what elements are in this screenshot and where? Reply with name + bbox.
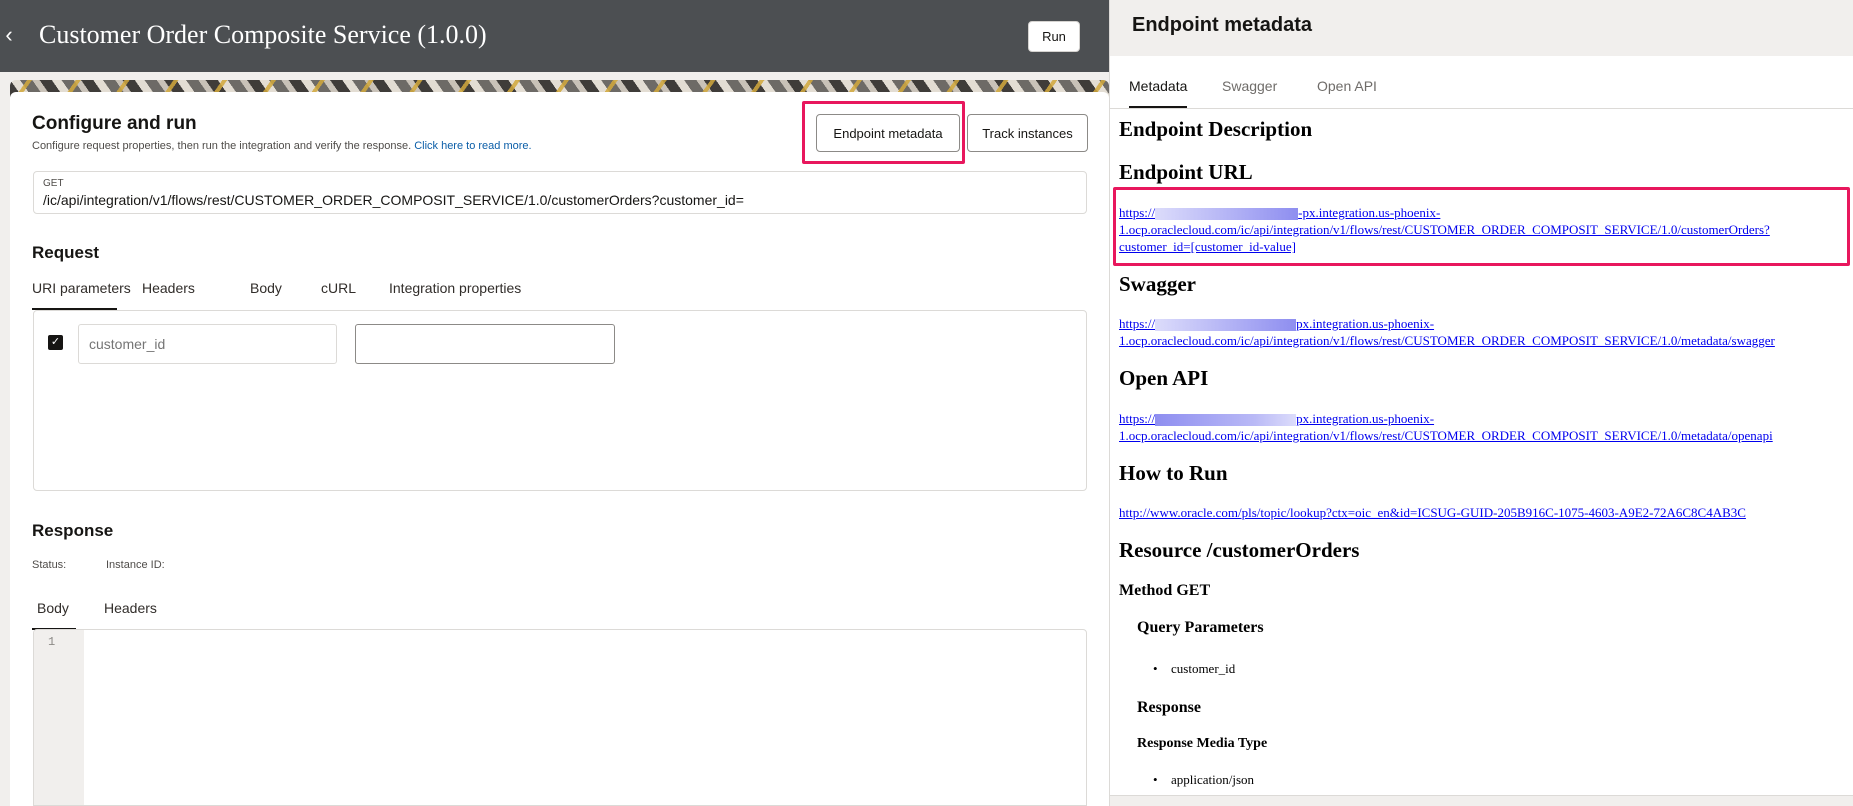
drawer-scrollbar-track[interactable] bbox=[1110, 795, 1853, 806]
endpoint-description-heading: Endpoint Description bbox=[1119, 117, 1313, 141]
openapi-url-line-1: https:// px.integration.us-phoenix- bbox=[1119, 410, 1773, 427]
endpoint-url-link[interactable]: https:// -px.integration.us-phoenix- 1.oc… bbox=[1119, 204, 1770, 255]
response-instance-label: Instance ID: bbox=[106, 559, 165, 571]
endpoint-url-line-1: https:// -px.integration.us-phoenix- bbox=[1119, 204, 1770, 221]
endpoint-metadata-drawer: Endpoint metadata Metadata Swagger Open … bbox=[1109, 0, 1853, 806]
configure-subtitle-text: Configure request properties, then run t… bbox=[32, 140, 412, 152]
response-title: Response bbox=[32, 521, 114, 540]
query-parameters-heading: Query Parameters bbox=[1137, 619, 1264, 636]
method-heading: Method GET bbox=[1119, 582, 1211, 599]
chevron-left-icon[interactable]: ‹ bbox=[0, 22, 18, 48]
query-parameter-item: customer_id bbox=[1153, 661, 1235, 677]
openapi-url-link[interactable]: https:// px.integration.us-phoenix- 1.ocp… bbox=[1119, 410, 1773, 444]
drawer-title: Endpoint metadata bbox=[1132, 14, 1313, 36]
tab-open-api[interactable]: Open API bbox=[1317, 76, 1377, 108]
tab-swagger[interactable]: Swagger bbox=[1222, 76, 1277, 108]
page-title: Customer Order Composite Service (1.0.0) bbox=[39, 20, 487, 49]
endpoint-url-heading: Endpoint URL bbox=[1119, 160, 1253, 184]
param-enabled-checkbox[interactable]: ✓ bbox=[48, 335, 63, 350]
url-prefix: https:// bbox=[1119, 411, 1156, 426]
tab-integration-properties[interactable]: Integration properties bbox=[389, 278, 521, 310]
swagger-url-line-1: https:// px.integration.us-phoenix- bbox=[1119, 315, 1775, 332]
editor-gutter: 1 bbox=[34, 630, 84, 805]
http-method-label: GET bbox=[43, 178, 64, 189]
endpoint-url-field[interactable]: GET /ic/api/integration/v1/flows/rest/CU… bbox=[33, 171, 1087, 214]
tab-headers[interactable]: Headers bbox=[142, 278, 195, 310]
param-value-input[interactable] bbox=[355, 324, 615, 364]
swagger-heading: Swagger bbox=[1119, 272, 1196, 296]
redacted-host bbox=[1155, 319, 1297, 332]
url-host-suffix: px.integration.us-phoenix- bbox=[1296, 411, 1435, 426]
param-name-input[interactable] bbox=[78, 324, 337, 364]
swagger-url-link[interactable]: https:// px.integration.us-phoenix- 1.ocp… bbox=[1119, 315, 1775, 349]
how-to-run-link[interactable]: http://www.oracle.com/pls/topic/lookup?c… bbox=[1119, 504, 1746, 521]
resource-heading: Resource /customerOrders bbox=[1119, 538, 1360, 562]
read-more-link[interactable]: Click here to read more. bbox=[414, 140, 531, 152]
response-body-editor[interactable]: 1 bbox=[33, 629, 1087, 806]
endpoint-url-line-2: 1.ocp.oraclecloud.com/ic/api/integration… bbox=[1119, 222, 1770, 237]
url-host-suffix: px.integration.us-phoenix- bbox=[1296, 316, 1435, 331]
endpoint-url-line-3: customer_id=[customer_id-value] bbox=[1119, 239, 1296, 254]
tab-uri-parameters[interactable]: URI parameters bbox=[32, 278, 131, 310]
url-prefix: https:// bbox=[1119, 205, 1156, 220]
tab-response-body[interactable]: Body bbox=[32, 598, 76, 630]
endpoint-metadata-button[interactable]: Endpoint metadata bbox=[816, 114, 960, 152]
uri-parameters-panel: ✓ bbox=[33, 310, 1087, 491]
endpoint-path: /ic/api/integration/v1/flows/rest/CUSTOM… bbox=[43, 192, 744, 208]
response-media-type-heading: Response Media Type bbox=[1137, 736, 1268, 751]
redacted-host bbox=[1155, 208, 1299, 221]
track-instances-button[interactable]: Track instances bbox=[967, 114, 1088, 152]
url-prefix: https:// bbox=[1119, 316, 1156, 331]
response-status-label: Status: bbox=[32, 559, 67, 571]
configure-subtitle: Configure request properties, then run t… bbox=[32, 140, 532, 152]
tab-curl[interactable]: cURL bbox=[321, 278, 356, 310]
page-header: ‹ Customer Order Composite Service (1.0.… bbox=[0, 0, 1109, 72]
tab-response-headers[interactable]: Headers bbox=[104, 598, 157, 630]
integration-run-pane: ‹ Customer Order Composite Service (1.0.… bbox=[0, 0, 1109, 806]
url-host-suffix: -px.integration.us-phoenix- bbox=[1298, 205, 1441, 220]
tab-metadata[interactable]: Metadata bbox=[1129, 76, 1188, 108]
configure-title: Configure and run bbox=[32, 113, 197, 134]
media-type-item: application/json bbox=[1153, 772, 1254, 788]
openapi-url-line-2: 1.ocp.oraclecloud.com/ic/api/integration… bbox=[1119, 428, 1773, 443]
drawer-header: Endpoint metadata bbox=[1110, 0, 1853, 56]
tabs-divider bbox=[1110, 108, 1853, 109]
response-heading: Response bbox=[1137, 699, 1202, 716]
how-to-run-heading: How to Run bbox=[1119, 461, 1228, 485]
swagger-url-line-2: 1.ocp.oraclecloud.com/ic/api/integration… bbox=[1119, 333, 1775, 348]
run-button[interactable]: Run bbox=[1028, 21, 1080, 52]
redacted-host bbox=[1155, 414, 1297, 427]
request-title: Request bbox=[32, 243, 100, 262]
open-api-heading: Open API bbox=[1119, 366, 1209, 390]
tab-body[interactable]: Body bbox=[250, 278, 282, 310]
line-number: 1 bbox=[48, 635, 56, 649]
